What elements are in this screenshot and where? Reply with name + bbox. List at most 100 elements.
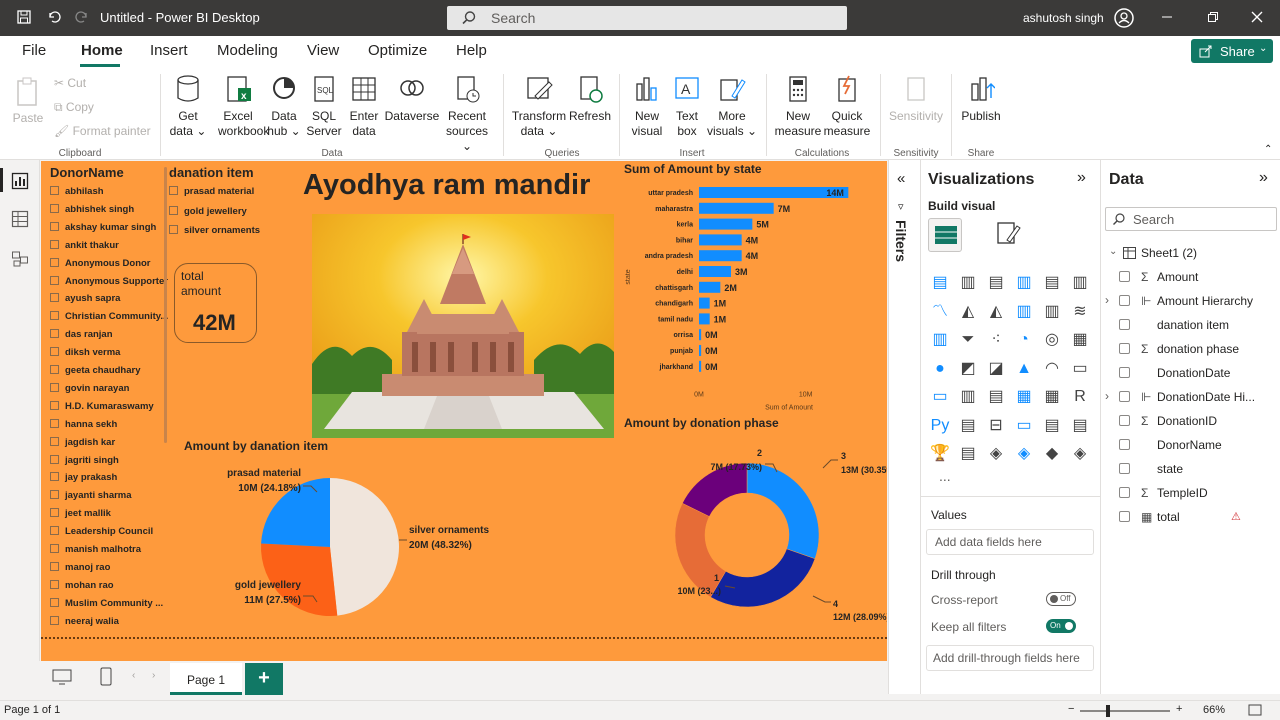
- menu-insert[interactable]: Insert: [150, 42, 188, 59]
- 100-column-icon[interactable]: ▥: [1069, 272, 1091, 294]
- checkbox[interactable]: [50, 347, 59, 357]
- checkbox[interactable]: [50, 239, 59, 249]
- checkbox[interactable]: [50, 544, 59, 553]
- list-item[interactable]: das ranjan: [50, 329, 113, 340]
- decomposition-tree-icon[interactable]: ⊟: [985, 415, 1007, 437]
- menu-modeling[interactable]: Modeling: [217, 42, 278, 59]
- bar[interactable]: [699, 297, 710, 309]
- checkbox[interactable]: [169, 225, 178, 234]
- checkbox[interactable]: [50, 436, 59, 446]
- quick-measure-button[interactable]: Quick measure: [822, 74, 872, 139]
- list-item[interactable]: neeraj walia: [50, 615, 119, 627]
- checkbox[interactable]: [1119, 439, 1130, 450]
- sensitivity-button[interactable]: Sensitivity: [886, 74, 946, 124]
- gauge-icon[interactable]: ◠: [1041, 358, 1063, 380]
- share-button[interactable]: Share ⌄: [1191, 39, 1273, 63]
- checkbox[interactable]: [50, 400, 59, 410]
- chevron-down-icon[interactable]: ⌄: [1109, 246, 1117, 257]
- drill-through-drop-zone[interactable]: Add drill-through fields here: [926, 645, 1094, 671]
- kpi-icon[interactable]: ▥: [957, 386, 979, 408]
- checkbox[interactable]: [50, 579, 59, 589]
- scatter-icon[interactable]: ⁖: [985, 329, 1007, 351]
- pie-icon[interactable]: ◔: [1013, 329, 1035, 351]
- clustered-column-icon[interactable]: ▥: [1013, 272, 1035, 294]
- cut-button[interactable]: ✂ Cut: [54, 76, 86, 91]
- collapse-filters-icon[interactable]: «: [897, 170, 905, 187]
- checkbox[interactable]: [50, 221, 59, 231]
- clustered-bar-icon[interactable]: ▤: [985, 272, 1007, 294]
- checkbox[interactable]: [1119, 367, 1130, 378]
- checkbox[interactable]: [50, 597, 59, 607]
- pie-slice[interactable]: [330, 478, 399, 616]
- checkbox[interactable]: [50, 329, 59, 339]
- list-item[interactable]: gold jewellery: [169, 205, 247, 217]
- bar[interactable]: [699, 329, 702, 341]
- copy-button[interactable]: ⧉ Copy: [54, 100, 94, 115]
- list-item[interactable]: ankit thakur: [50, 239, 119, 251]
- power-automate-icon[interactable]: ◈: [1013, 443, 1035, 465]
- bar[interactable]: [699, 250, 742, 262]
- checkbox[interactable]: [1119, 319, 1130, 330]
- checkbox[interactable]: [50, 454, 59, 464]
- get-data-button[interactable]: Get data ⌄: [168, 74, 208, 139]
- checkbox[interactable]: [50, 275, 59, 285]
- list-item[interactable]: jagriti singh: [50, 454, 119, 466]
- zoom-slider[interactable]: [1080, 710, 1170, 712]
- field-item[interactable]: ▦ total ⚠: [1119, 510, 1241, 524]
- r-visual-icon[interactable]: R: [1069, 386, 1091, 408]
- donut-slice[interactable]: [746, 462, 820, 560]
- expand-data-icon[interactable]: »: [1259, 169, 1268, 187]
- format-painter-button[interactable]: 🖌 Format painter: [54, 124, 151, 139]
- filled-map-icon[interactable]: ◩: [957, 358, 979, 380]
- table-sheet1[interactable]: Sheet1 (2): [1141, 246, 1197, 260]
- undo-icon[interactable]: [46, 9, 62, 28]
- list-item[interactable]: prasad material: [169, 186, 254, 197]
- refresh-button[interactable]: Refresh: [568, 74, 612, 124]
- arcgis-icon[interactable]: ◈: [1069, 443, 1091, 465]
- mobile-layout-icon[interactable]: [100, 667, 112, 690]
- field-item[interactable]: Σ DonationID: [1119, 414, 1217, 428]
- menu-file[interactable]: File: [22, 42, 46, 59]
- page-next-icon[interactable]: ›: [152, 670, 155, 681]
- fit-page-icon[interactable]: [1248, 704, 1262, 719]
- bar[interactable]: [699, 360, 702, 372]
- field-item[interactable]: › ⊩ DonationDate Hi...: [1105, 389, 1255, 404]
- checkbox[interactable]: [50, 561, 59, 571]
- avatar-icon[interactable]: [1113, 7, 1135, 32]
- field-item[interactable]: danation item: [1119, 318, 1229, 332]
- diamond-icon[interactable]: ◆: [1041, 443, 1063, 465]
- zoom-out-icon[interactable]: −: [1068, 703, 1074, 715]
- checkbox[interactable]: [1119, 487, 1130, 498]
- filters-pane[interactable]: « ▿ Filters: [888, 160, 920, 694]
- minimize-icon[interactable]: [1160, 10, 1174, 27]
- bar[interactable]: [699, 313, 710, 325]
- build-visual-tab[interactable]: [928, 218, 962, 252]
- publish-button[interactable]: Publish: [958, 74, 1004, 124]
- checkbox[interactable]: [169, 205, 178, 215]
- list-item[interactable]: jagdish kar: [50, 436, 115, 448]
- dataverse-button[interactable]: Dataverse: [384, 74, 440, 124]
- values-drop-zone[interactable]: Add data fields here: [926, 529, 1094, 555]
- bar[interactable]: [699, 281, 721, 293]
- line-column-icon[interactable]: ▥: [1013, 301, 1035, 323]
- checkbox[interactable]: [1119, 415, 1130, 426]
- trophy-icon[interactable]: 🏆: [929, 443, 951, 465]
- multi-card-icon[interactable]: ▭: [929, 386, 951, 408]
- expand-viz-icon[interactable]: »: [1077, 169, 1086, 187]
- paste-button[interactable]: Paste: [10, 76, 46, 126]
- bar[interactable]: [699, 218, 753, 230]
- new-visual-button[interactable]: New visual: [628, 74, 666, 139]
- checkbox[interactable]: [1119, 463, 1130, 474]
- azure-map-icon[interactable]: ▲: [1013, 358, 1035, 380]
- checkbox[interactable]: [50, 472, 59, 482]
- list-item[interactable]: govin narayan: [50, 382, 129, 394]
- slicer-scrollbar[interactable]: [164, 167, 167, 443]
- cross-report-toggle[interactable]: Off: [1046, 592, 1076, 606]
- list-item[interactable]: abhishek singh: [50, 203, 134, 215]
- list-item[interactable]: manoj rao: [50, 561, 110, 573]
- add-page-button[interactable]: +: [245, 663, 283, 695]
- total-amount-card[interactable]: total amount 42M: [174, 263, 257, 343]
- list-item[interactable]: akshay kumar singh: [50, 221, 156, 233]
- excel-workbook-button[interactable]: x Excel workbook: [218, 74, 269, 139]
- donut-chart[interactable]: 3 13M (30.35%) 4 12M (28.09%) 1 10M (23...) 2 7…: [617, 436, 887, 636]
